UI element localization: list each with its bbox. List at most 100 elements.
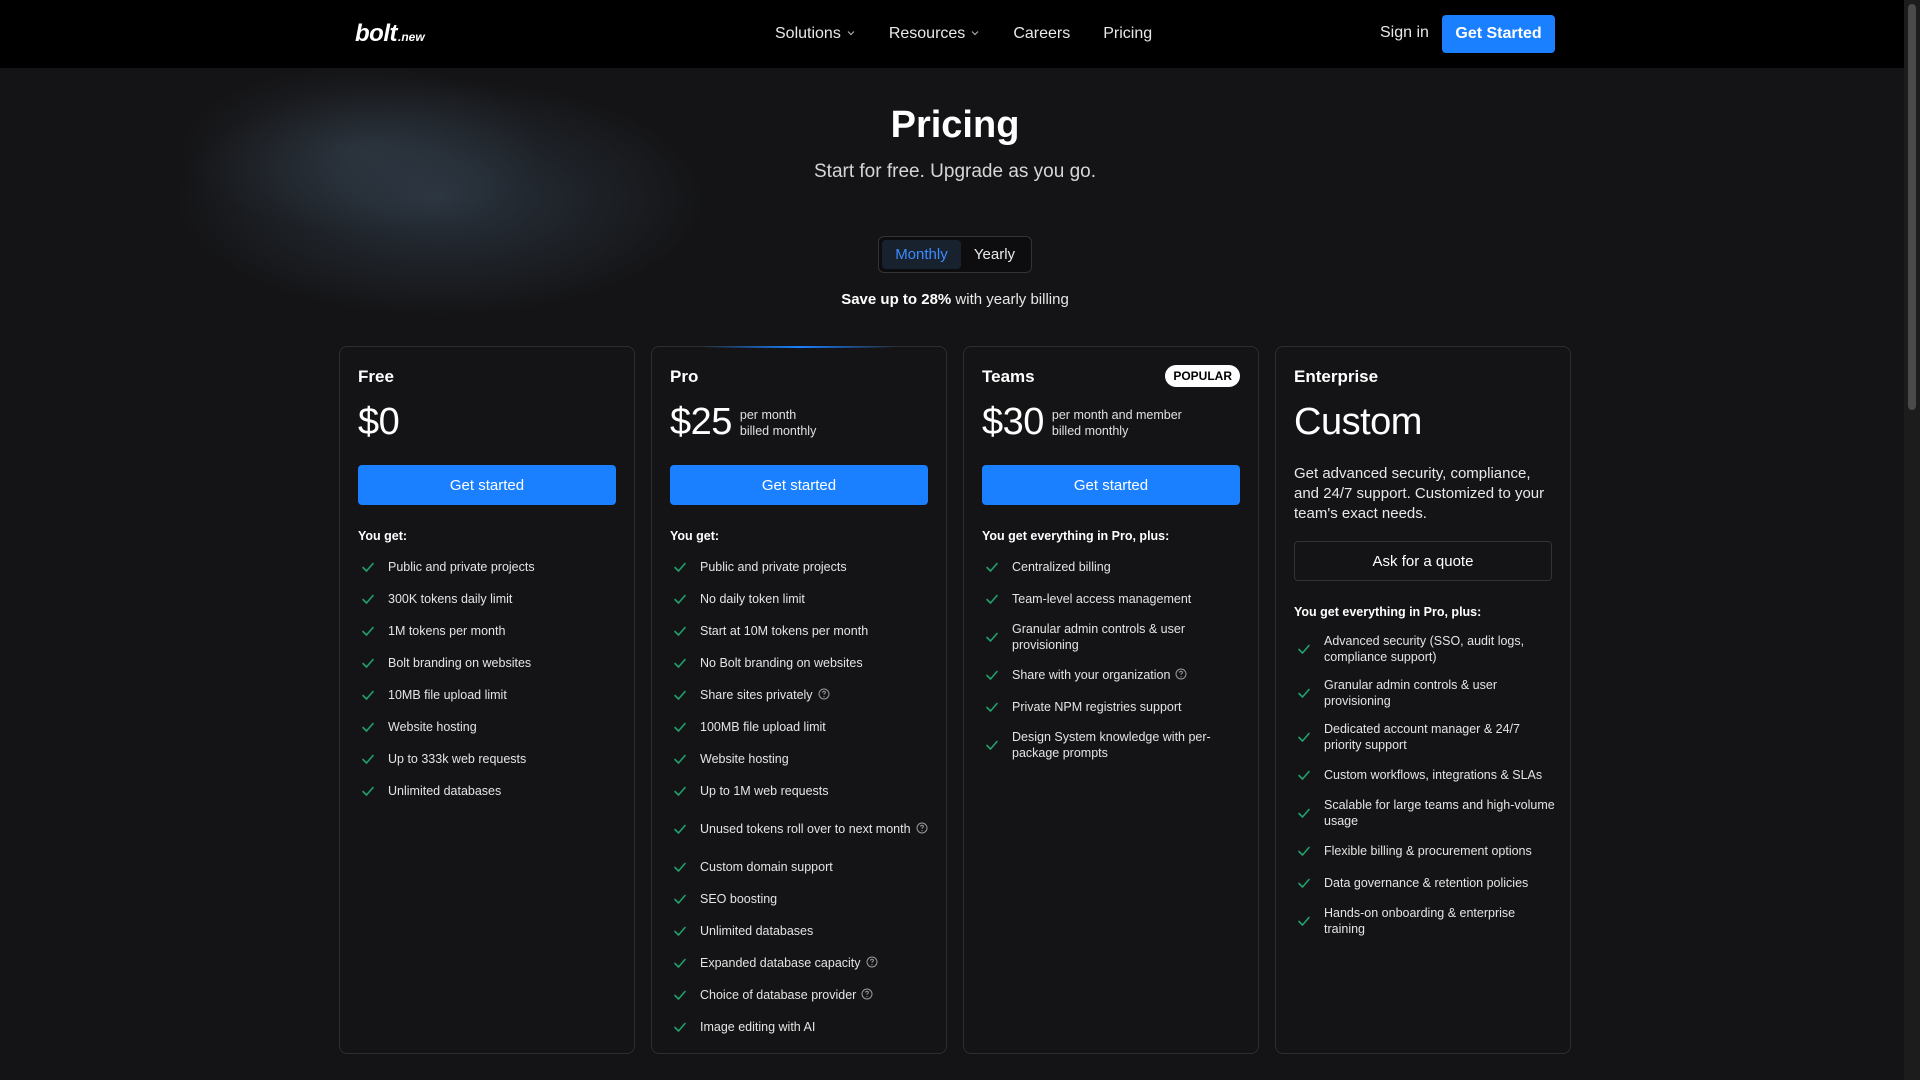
check-icon — [672, 559, 688, 575]
feature-text: Choice of database provider — [700, 987, 857, 1002]
header-get-started-button[interactable]: Get Started — [1442, 15, 1555, 53]
features-heading: You get everything in Pro, plus: — [982, 529, 1170, 543]
check-icon — [672, 591, 688, 607]
teams-get-started-button[interactable]: Get started — [982, 465, 1240, 505]
feature-item: Expanded database capacity — [670, 947, 932, 979]
check-icon — [360, 623, 376, 639]
feature-item: Dedicated account manager & 24/7 priorit… — [1294, 715, 1556, 759]
feature-text: Website hosting — [700, 752, 789, 766]
check-icon — [984, 699, 1000, 715]
feature-text: Expanded database capacity — [700, 955, 861, 970]
info-icon[interactable] — [818, 688, 830, 704]
check-icon — [672, 923, 688, 939]
price-row: $30 per month and member billed monthly — [982, 401, 1182, 444]
feature-text: Up to 333k web requests — [388, 752, 527, 766]
check-icon — [360, 719, 376, 735]
feature-item: Share sites privately — [670, 679, 932, 711]
check-icon — [360, 751, 376, 767]
feature-item: 100MB file upload limit — [670, 711, 932, 743]
info-icon[interactable] — [1175, 668, 1187, 684]
price-period: per month and member — [1051, 407, 1182, 422]
check-icon — [672, 783, 688, 799]
check-icon — [1296, 875, 1312, 891]
billing-cycle: billed monthly — [1051, 423, 1129, 438]
info-icon[interactable] — [861, 988, 873, 1004]
feature-item: Custom domain support — [670, 851, 932, 883]
nav-item-careers[interactable]: Careers — [1013, 25, 1070, 43]
billing-cycle: billed monthly — [739, 423, 817, 438]
billing-period-toggle: Monthly Yearly — [878, 236, 1032, 273]
feature-item: Public and private projects — [358, 551, 620, 583]
feature-item: Up to 1M web requests — [670, 775, 932, 807]
check-icon — [360, 687, 376, 703]
plan-price: $25 — [670, 401, 732, 443]
feature-text: No Bolt branding on websites — [700, 656, 863, 670]
feature-item: Up to 333k web requests — [358, 743, 620, 775]
feature-text: Image editing with AI — [700, 1020, 816, 1034]
chevron-down-icon — [841, 25, 856, 43]
free-get-started-button[interactable]: Get started — [358, 465, 616, 505]
feature-text: Dedicated account manager & 24/7 priorit… — [1324, 722, 1520, 752]
check-icon — [984, 559, 1000, 575]
nav-item-solutions[interactable]: Solutions — [775, 25, 856, 43]
savings-suffix: with yearly billing — [951, 291, 1069, 308]
check-icon — [984, 629, 1000, 645]
check-icon — [984, 667, 1000, 683]
feature-item: 1M tokens per month — [358, 615, 620, 647]
feature-item: Flexible billing & procurement options — [1294, 835, 1556, 867]
plan-name: Enterprise — [1294, 367, 1379, 386]
check-icon — [360, 783, 376, 799]
background-glow — [0, 68, 1920, 1080]
feature-text: 10MB file upload limit — [388, 688, 507, 702]
nav-item-label: Pricing — [1103, 25, 1153, 42]
check-icon — [672, 687, 688, 703]
feature-item: Scalable for large teams and high-volume… — [1294, 791, 1556, 835]
features-heading: You get: — [670, 529, 720, 543]
nav-item-resources[interactable]: Resources — [889, 25, 980, 43]
check-icon — [1296, 805, 1312, 821]
page-title: Pricing — [890, 104, 1020, 146]
feature-text: SEO boosting — [700, 892, 778, 906]
sign-in-link[interactable]: Sign in — [1380, 24, 1429, 42]
bolt-logo[interactable]: bolt .new — [355, 20, 425, 48]
plan-name: Pro — [670, 367, 699, 386]
page-subtitle: Start for free. Upgrade as you go. — [814, 161, 1096, 182]
check-icon — [984, 737, 1000, 753]
feature-item: Website hosting — [670, 743, 932, 775]
feature-text: Design System knowledge with per-package… — [1012, 730, 1211, 760]
features-heading: You get everything in Pro, plus: — [1294, 605, 1482, 619]
nav-item-label: Solutions — [775, 25, 841, 42]
feature-item: Advanced security (SSO, audit logs, comp… — [1294, 627, 1556, 671]
plan-price: $30 — [982, 401, 1044, 443]
price-period: per month — [739, 407, 797, 422]
feature-text: 100MB file upload limit — [700, 720, 826, 734]
plan-description: Get advanced security, compliance, and 2… — [1294, 465, 1545, 522]
check-icon — [672, 821, 688, 837]
yearly-toggle-option[interactable]: Yearly — [961, 240, 1028, 269]
check-icon — [1296, 913, 1312, 929]
info-icon[interactable] — [866, 956, 878, 972]
feature-list: Centralized billing Team-level access man… — [982, 551, 1244, 767]
ask-for-quote-button[interactable]: Ask for a quote — [1294, 541, 1552, 581]
price-row: $0 — [358, 401, 400, 444]
feature-item: Unlimited databases — [670, 915, 932, 947]
plan-card-free: Free $0 Get started You get: Public and … — [339, 346, 635, 1054]
feature-text: Flexible billing & procurement options — [1324, 844, 1532, 858]
plan-price: Custom — [1294, 401, 1422, 443]
nav-item-pricing[interactable]: Pricing — [1103, 25, 1152, 43]
feature-text: Public and private projects — [388, 560, 535, 574]
check-icon — [672, 719, 688, 735]
info-icon[interactable] — [916, 822, 928, 838]
scrollbar-thumb[interactable] — [1908, 4, 1916, 410]
feature-text: Public and private projects — [700, 560, 847, 574]
pro-get-started-button[interactable]: Get started — [670, 465, 928, 505]
feature-item: Website hosting — [358, 711, 620, 743]
feature-text-wrap: Unused tokens roll over to next month — [700, 821, 928, 838]
feature-item: Unlimited databases — [358, 775, 620, 807]
monthly-toggle-option[interactable]: Monthly — [882, 240, 961, 269]
feature-text-wrap: Expanded database capacity — [700, 955, 878, 972]
feature-item: Image editing with AI — [670, 1011, 932, 1043]
feature-item: Team-level access management — [982, 583, 1244, 615]
check-icon — [672, 1019, 688, 1035]
feature-item: Unused tokens roll over to next month — [670, 807, 932, 851]
